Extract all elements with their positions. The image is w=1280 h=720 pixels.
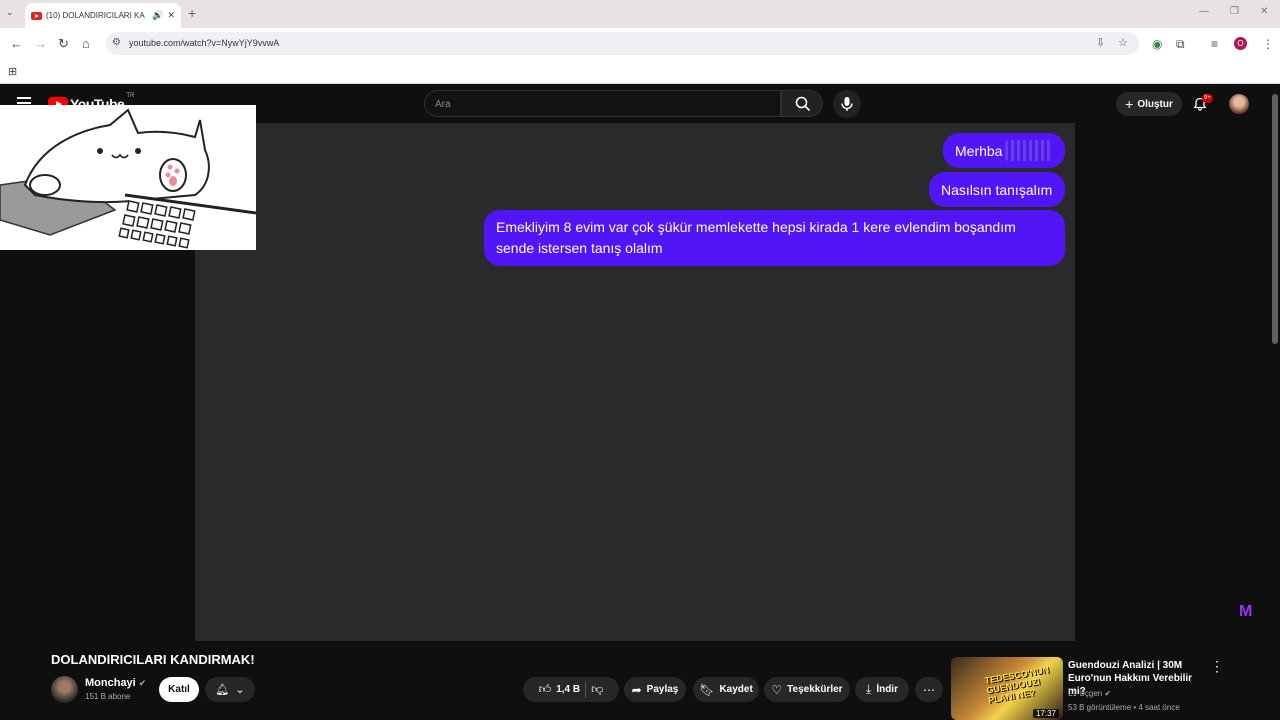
- create-button[interactable]: + Oluştur: [1116, 92, 1182, 116]
- scrollbar-thumb[interactable]: [1272, 94, 1278, 344]
- voice-search-button[interactable]: [833, 90, 861, 118]
- browser-menu-icon[interactable]: ⋮: [1262, 37, 1274, 51]
- plus-icon: +: [1125, 96, 1134, 112]
- back-icon[interactable]: ←: [10, 36, 23, 51]
- channel-avatar[interactable]: [51, 676, 78, 703]
- bell-icon: 🔔︎: [215, 684, 230, 696]
- browser-profile-avatar[interactable]: O: [1234, 37, 1247, 50]
- thumbnail-text: TEDESCO'NUN GUENDOUZI PLANI NE?: [983, 664, 1050, 706]
- apps-grid-icon[interactable]: ⊞: [8, 65, 17, 78]
- create-label: Oluştur: [1137, 98, 1173, 110]
- like-dislike-group: 👍︎ 1,4 B 👎︎: [523, 677, 619, 702]
- install-app-icon[interactable]: ⇩: [1096, 36, 1105, 49]
- chat-bubble-2: Nasılsın tanışalım: [929, 172, 1065, 207]
- share-icon: ➦: [631, 682, 642, 697]
- close-tab-icon[interactable]: ✕: [167, 10, 175, 21]
- subscription-bell-button[interactable]: 🔔︎ ⌄: [205, 677, 255, 702]
- channel-watermark-icon: M: [1239, 603, 1253, 620]
- page-scrollbar[interactable]: [1270, 84, 1280, 720]
- forward-icon[interactable]: →: [34, 36, 47, 51]
- url-text[interactable]: youtube.com/watch?v=NywYjY9vvwA: [129, 38, 279, 48]
- recommended-video-thumbnail[interactable]: TEDESCO'NUN GUENDOUZI PLANI NE? 17:37: [951, 657, 1063, 720]
- recommended-more-icon[interactable]: ⋮: [1210, 658, 1224, 675]
- share-button[interactable]: ➦ Paylaş: [624, 677, 686, 702]
- channel-name[interactable]: Monchayi: [85, 677, 136, 689]
- like-count[interactable]: 1,4 B: [556, 684, 580, 695]
- region-code: TR: [126, 93, 135, 99]
- extension-icon[interactable]: ◉: [1152, 37, 1162, 51]
- restore-icon[interactable]: ❐: [1230, 6, 1239, 17]
- search-button[interactable]: [781, 90, 823, 117]
- tab-title: (10) DOLANDIRICILARI KA: [46, 11, 145, 20]
- subscriber-count: 151 B abone: [85, 692, 131, 701]
- bongo-cat-illustration: [0, 108, 256, 250]
- new-tab-icon[interactable]: +: [188, 5, 196, 21]
- channel-name-row[interactable]: Monchayi ✔: [85, 677, 146, 689]
- download-label: İndir: [876, 684, 898, 695]
- account-avatar[interactable]: [1229, 94, 1249, 114]
- youtube-favicon-icon: [31, 11, 42, 20]
- video-player[interactable]: Merhba Nasılsın tanışalım Emekliyim 8 ev…: [195, 123, 1075, 641]
- reload-icon[interactable]: ↻: [58, 36, 69, 52]
- bookmark-icon: 🔖︎: [699, 682, 715, 697]
- browser-tab-strip: ⌄ (10) DOLANDIRICILARI KA 🔊 ✕ + — ❐ ✕: [0, 0, 1280, 28]
- recommended-channel[interactable]: L1 Üçgen ✔: [1068, 689, 1111, 698]
- bongo-cat-overlay: [0, 105, 256, 250]
- search-input[interactable]: Ara: [424, 90, 781, 117]
- join-button[interactable]: Katıl: [159, 677, 199, 702]
- like-icon[interactable]: 👍︎: [539, 682, 552, 697]
- speaker-icon[interactable]: 🔊: [152, 10, 163, 21]
- chat-message-2: Nasılsın tanışalım: [941, 181, 1053, 198]
- close-window-icon[interactable]: ✕: [1260, 6, 1268, 17]
- like-separator: [585, 681, 587, 698]
- minimize-icon[interactable]: —: [1199, 6, 1209, 17]
- chat-bubble-1: Merhba: [943, 133, 1065, 168]
- verified-badge-icon: ✔: [138, 678, 147, 688]
- notification-count-badge: 9+: [1202, 94, 1213, 103]
- omnibox[interactable]: ⚙ youtube.com/watch?v=NywYjY9vvwA ⇩ ☆: [106, 32, 1139, 55]
- chat-message-1: Merhba: [955, 142, 1003, 159]
- address-toolbar: ← → ↻ ⌂ ⚙ youtube.com/watch?v=NywYjY9vvw…: [0, 28, 1280, 60]
- bookmarks-bar: ⊞: [0, 60, 1280, 84]
- search-icon: [795, 96, 811, 112]
- censored-blur: [1005, 140, 1051, 161]
- video-duration: 17:37: [1032, 709, 1059, 718]
- share-label: Paylaş: [646, 684, 679, 695]
- chat-message-3-line-2: sende istersen tanış olalım: [496, 240, 663, 256]
- save-button[interactable]: 🔖︎ Kaydet: [693, 677, 759, 702]
- media-control-icon[interactable]: ≡: [1211, 37, 1218, 51]
- site-info-icon[interactable]: ⚙: [112, 37, 121, 48]
- verified-badge-icon: ✔: [1104, 689, 1112, 698]
- chevron-down-icon: ⌄: [235, 684, 245, 696]
- more-actions-button[interactable]: ⋯: [915, 677, 943, 702]
- thanks-heart-icon: ♡: [771, 682, 783, 697]
- search-placeholder: Ara: [435, 99, 451, 110]
- recommended-video-meta: 53 B görüntüleme • 4 saat önce: [1068, 703, 1180, 712]
- chat-bubble-3: Emekliyim 8 evim var çok şükür memlekett…: [484, 210, 1065, 266]
- dislike-icon[interactable]: 👎︎: [591, 682, 603, 697]
- save-label: Kaydet: [719, 684, 753, 695]
- video-title: DOLANDIRICILARI KANDIRMAK!: [51, 652, 255, 667]
- tab-search-chevron-icon[interactable]: ⌄: [6, 7, 14, 18]
- download-icon: ⤓: [866, 682, 872, 696]
- more-horizontal-icon: ⋯: [923, 682, 935, 697]
- microphone-icon: [841, 97, 853, 111]
- extensions-puzzle-icon[interactable]: ⧉: [1176, 37, 1185, 52]
- browser-tab[interactable]: (10) DOLANDIRICILARI KA 🔊 ✕: [25, 3, 181, 28]
- recommended-channel-name[interactable]: L1 Üçgen: [1068, 689, 1102, 698]
- home-icon[interactable]: ⌂: [82, 36, 90, 51]
- thanks-label: Teşekkürler: [787, 684, 843, 695]
- bookmark-star-icon[interactable]: ☆: [1118, 36, 1128, 49]
- thanks-button[interactable]: ♡ Teşekkürler: [764, 677, 850, 702]
- chat-message-3-line-1: Emekliyim 8 evim var çok şükür memlekett…: [496, 219, 1016, 235]
- download-button[interactable]: ⤓ İndir: [855, 677, 909, 702]
